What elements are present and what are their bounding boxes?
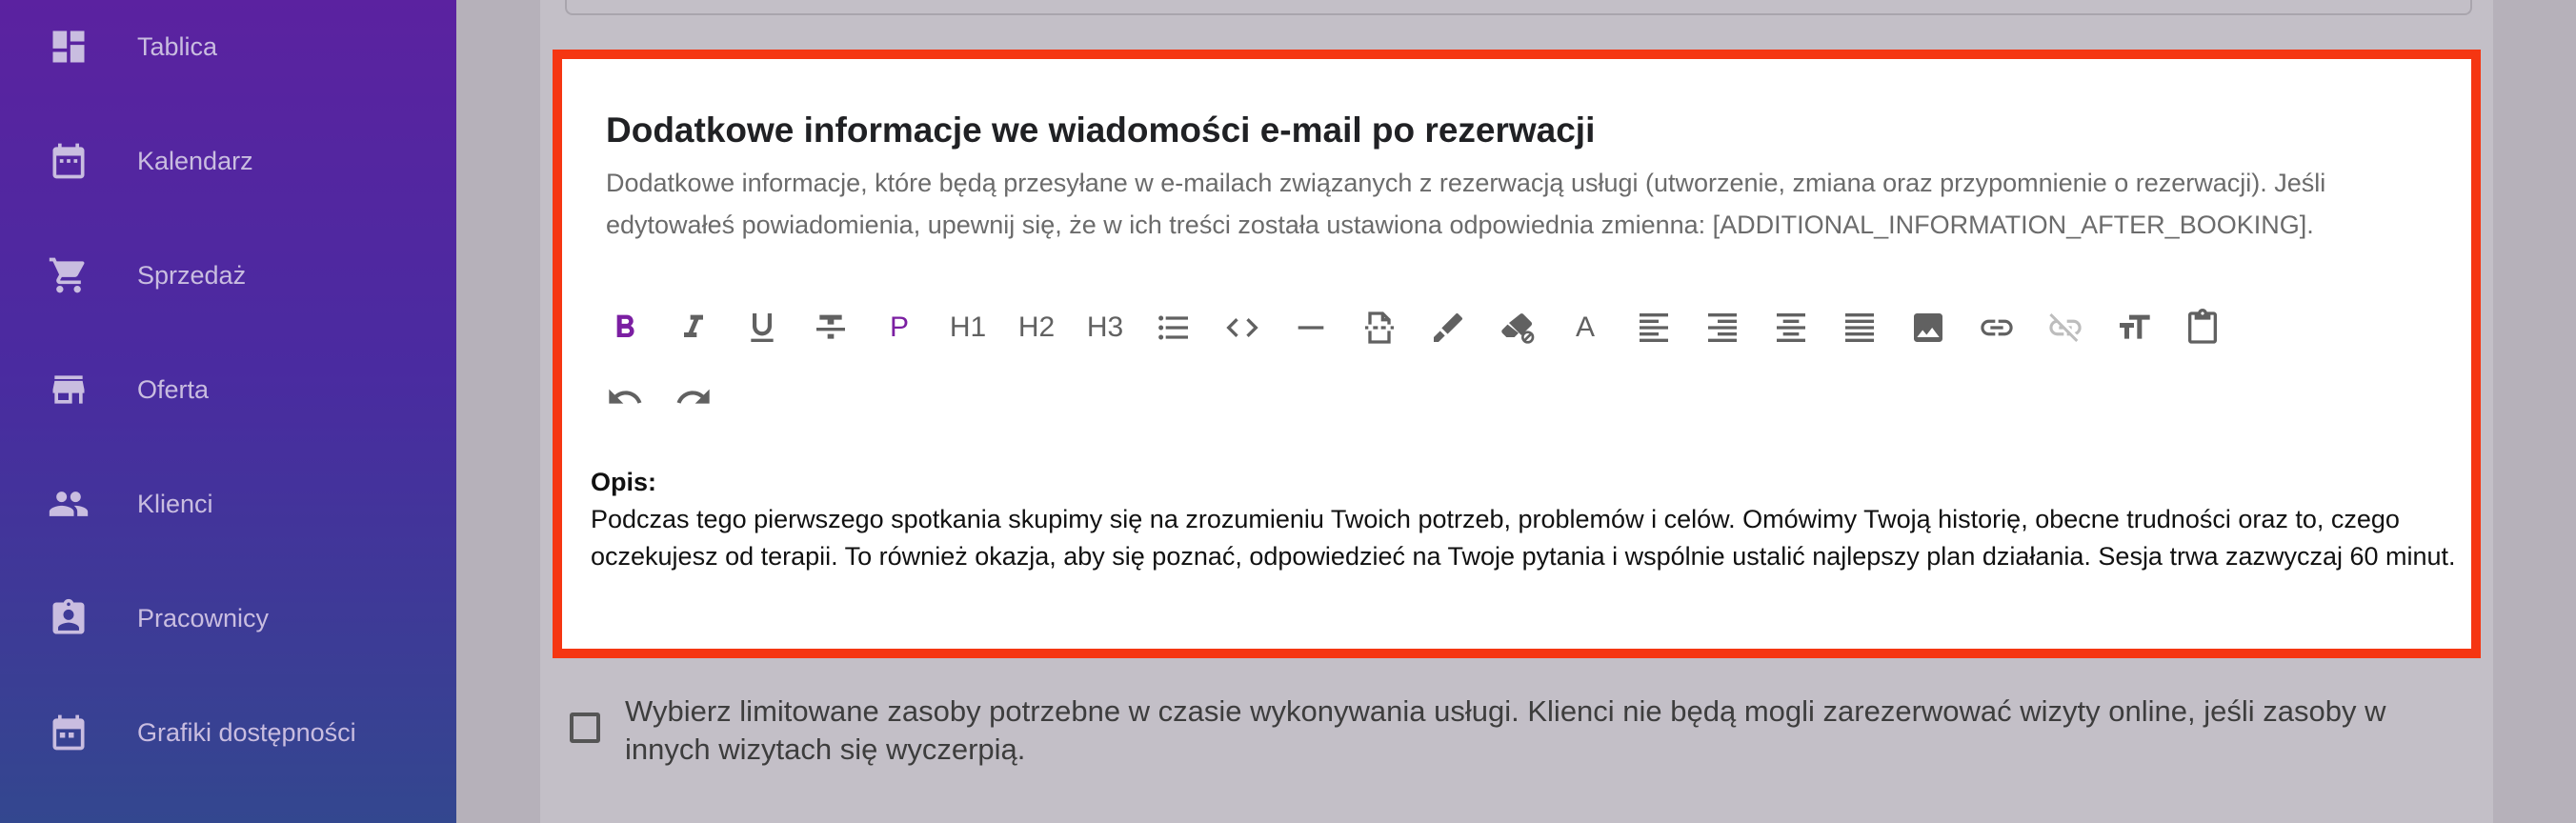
section-description: Dodatkowe informacje, które będą przesył… bbox=[606, 169, 2326, 239]
image-icon bbox=[1914, 313, 1942, 342]
horizontal-rule-button[interactable] bbox=[1290, 307, 1332, 349]
align-right-icon bbox=[1708, 313, 1737, 342]
underline-icon bbox=[751, 313, 774, 342]
sidebar-item-label: Pracownicy bbox=[137, 603, 270, 632]
editor-label: Opis: bbox=[591, 468, 657, 496]
sidebar-item-label: Sprzedaż bbox=[137, 260, 247, 290]
align-right-button[interactable] bbox=[1701, 307, 1743, 349]
align-center-icon bbox=[1777, 313, 1805, 342]
insert-image-button[interactable] bbox=[1907, 307, 1949, 349]
redo-icon bbox=[676, 389, 710, 404]
heading2-icon: H2 bbox=[1017, 311, 1056, 343]
sidebar-item-klienci[interactable]: Klienci bbox=[0, 447, 456, 561]
section-title: Dodatkowe informacje we wiadomości e-mai… bbox=[606, 110, 1596, 150]
sidebar-item-label: Tablica bbox=[137, 31, 218, 61]
italic-icon bbox=[684, 314, 703, 337]
underline-button[interactable] bbox=[741, 307, 783, 349]
bullet-list-button[interactable] bbox=[1153, 307, 1195, 349]
text-color-icon: A bbox=[1575, 311, 1595, 343]
font-size-icon bbox=[2120, 314, 2150, 339]
strikethrough-icon bbox=[816, 314, 845, 339]
sidebar-item-oferta[interactable]: Oferta bbox=[0, 332, 456, 447]
heading3-button[interactable]: H3 bbox=[1084, 307, 1126, 349]
sidebar-item-sprzedaz[interactable]: Sprzedaż bbox=[0, 218, 456, 332]
marker-icon bbox=[1434, 312, 1463, 342]
sidebar: Tablica Kalendarz Sprzedaż Oferta Klienc… bbox=[0, 0, 456, 823]
clipboard-icon bbox=[2188, 309, 2217, 344]
additional-info-section: Dodatkowe informacje we wiadomości e-mai… bbox=[553, 50, 2481, 658]
sidebar-item-label: Oferta bbox=[137, 374, 210, 404]
bold-icon bbox=[616, 314, 634, 337]
cart-icon bbox=[48, 254, 90, 296]
dashboard-icon bbox=[48, 26, 90, 68]
undo-icon bbox=[609, 389, 642, 404]
redo-button[interactable] bbox=[673, 376, 714, 418]
text-color-button[interactable]: A bbox=[1564, 307, 1606, 349]
code-icon bbox=[1226, 318, 1258, 337]
align-center-button[interactable] bbox=[1770, 307, 1812, 349]
badge-icon bbox=[48, 597, 90, 639]
sidebar-item-kalendarz[interactable]: Kalendarz bbox=[0, 104, 456, 218]
paste-button[interactable] bbox=[2182, 307, 2224, 349]
event-schedule-icon bbox=[48, 712, 90, 753]
insert-link-button[interactable] bbox=[1976, 307, 2018, 349]
sidebar-item-label: Kalendarz bbox=[137, 146, 253, 175]
calendar-icon bbox=[48, 140, 90, 182]
format-clear-icon bbox=[1501, 313, 1535, 344]
link-off-icon bbox=[2049, 313, 2082, 342]
strikethrough-button[interactable] bbox=[810, 307, 852, 349]
align-justify-button[interactable] bbox=[1839, 307, 1881, 349]
heading1-icon: H1 bbox=[949, 311, 987, 343]
editor-content[interactable]: Opis: Podczas tego pierwszego spotkania … bbox=[591, 464, 2458, 575]
limited-resources-label: Wybierz limitowane zasoby potrzebne w cz… bbox=[625, 694, 2386, 766]
undo-button[interactable] bbox=[604, 376, 646, 418]
clear-formatting-button[interactable] bbox=[1496, 307, 1538, 349]
sidebar-item-pracownicy[interactable]: Pracownicy bbox=[0, 561, 456, 675]
paragraph-button[interactable]: P bbox=[878, 307, 920, 349]
sidebar-item-grafiki[interactable]: Grafiki dostępności bbox=[0, 675, 456, 790]
limited-resources-checkbox[interactable] bbox=[570, 713, 600, 743]
link-icon bbox=[1981, 319, 2013, 336]
font-size-button[interactable] bbox=[2113, 307, 2155, 349]
code-button[interactable] bbox=[1221, 307, 1263, 349]
bullet-list-icon bbox=[1158, 315, 1188, 340]
sidebar-item-label: Grafiki dostępności bbox=[137, 717, 356, 747]
heading3-icon: H3 bbox=[1086, 311, 1124, 343]
heading1-button[interactable]: H1 bbox=[947, 307, 989, 349]
sidebar-item-label: Klienci bbox=[137, 489, 213, 518]
page-break-button[interactable] bbox=[1358, 307, 1400, 349]
highlight-button[interactable] bbox=[1427, 307, 1469, 349]
horizontal-rule-icon bbox=[1298, 326, 1324, 330]
paragraph-icon: P bbox=[889, 311, 909, 343]
sidebar-item-tablica[interactable]: Tablica bbox=[0, 0, 456, 104]
align-justify-icon bbox=[1845, 313, 1874, 342]
align-left-icon bbox=[1640, 313, 1668, 342]
editor-paragraph: Podczas tego pierwszego spotkania skupim… bbox=[591, 505, 2456, 571]
store-icon bbox=[48, 369, 90, 411]
italic-button[interactable] bbox=[673, 307, 714, 349]
align-left-button[interactable] bbox=[1633, 307, 1675, 349]
page-break-icon bbox=[1365, 311, 1394, 344]
heading2-button[interactable]: H2 bbox=[1016, 307, 1057, 349]
people-icon bbox=[48, 483, 90, 525]
remove-link-button[interactable] bbox=[2044, 307, 2086, 349]
previous-field-box bbox=[565, 0, 2472, 15]
bold-button[interactable] bbox=[604, 307, 646, 349]
